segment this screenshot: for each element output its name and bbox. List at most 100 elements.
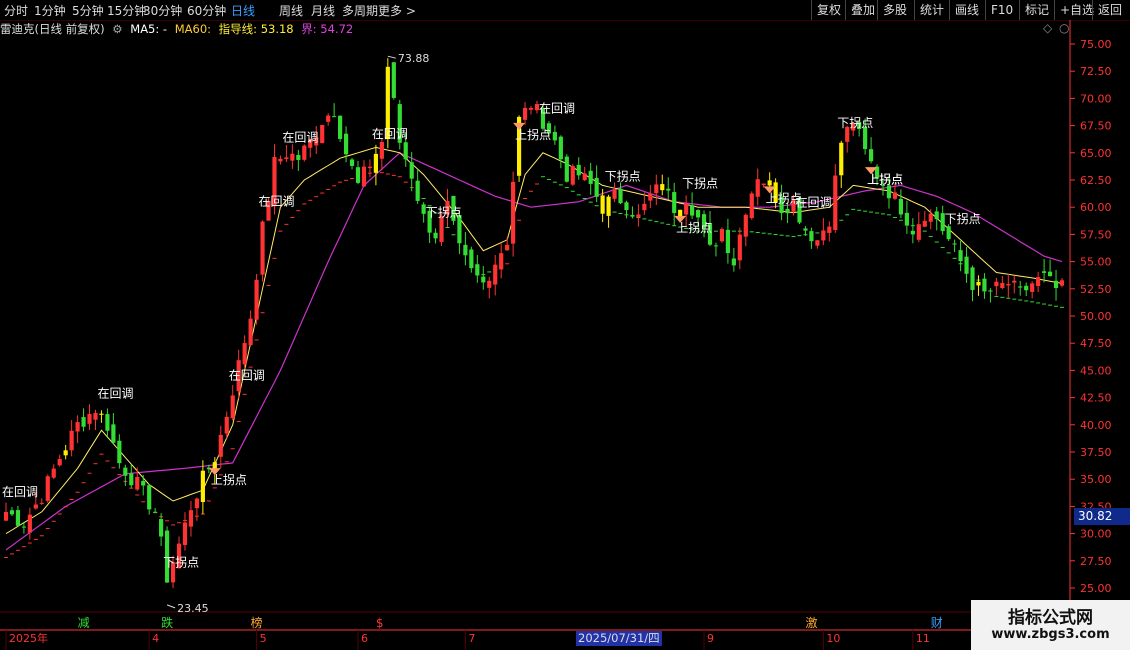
x-tick-label: 7 [468,632,475,645]
candle-body [958,250,963,262]
y-tick-label: 67.50 [1080,120,1112,133]
candle-body [624,202,629,211]
signal-label: 在回调 [372,127,408,141]
event-tag: 跌 [161,615,173,630]
candle-body [946,226,951,240]
candle-body [117,440,122,464]
candle-body [3,512,9,521]
candle-body [952,243,957,245]
high-marker-line [387,55,396,59]
candle-body [904,212,909,226]
candle-body [809,231,814,242]
y-tick-label: 25.00 [1080,582,1112,595]
candle-body [886,185,892,199]
candle-body [815,240,820,246]
x-tick-label: 11 [916,632,930,645]
candle-body [684,203,689,215]
candle-body [827,226,832,233]
y-tick-label: 60.00 [1080,201,1112,214]
candle-body [552,131,557,141]
candle-body [767,180,772,186]
candle-body [290,153,295,161]
candle-body [153,511,158,513]
event-tag: 减 [78,616,90,630]
signal-label: 在回调 [2,485,38,499]
candle-body [302,145,307,160]
y-tick-label: 45.00 [1080,364,1112,377]
candle-body [964,256,969,274]
candle-body [761,183,766,186]
candle-body [570,166,575,185]
current-price-tag: 30.82 [1074,508,1130,525]
y-tick-label: 72.50 [1080,65,1112,78]
candle-body [618,188,623,204]
candle-body [129,473,134,486]
candle-body [439,216,444,242]
signal-label: 上拐点 [867,171,903,186]
candle-body [1012,280,1017,283]
candle-body [320,124,325,144]
candle-body [159,519,164,537]
candle-body [147,485,152,510]
candle-body [463,244,468,256]
signal-label: 在回调 [229,368,265,382]
candle-body [1030,283,1035,292]
candle-body [522,107,528,120]
candle-body [839,142,844,176]
candle-body [87,413,92,424]
candle-body [296,155,301,160]
candle-body [81,417,86,427]
candle-body [469,249,474,269]
watermark-title: 指标公式网 [1008,608,1093,628]
candle-body [93,413,98,420]
candle-body [57,458,62,466]
candle-body [415,180,420,201]
event-tag: 榜 [251,615,263,630]
candle-body [343,133,349,155]
candle-body [355,167,361,183]
y-tick-label: 52.50 [1080,283,1112,296]
candle-body [1000,282,1005,289]
candle-body [725,229,730,254]
candle-body [582,173,587,181]
candle-body [326,115,331,122]
watermark-url: www.zbgs3.com [991,627,1110,642]
x-tick-label: 2025年 [9,631,48,645]
y-tick-label: 37.50 [1080,446,1112,459]
x-tick-label: 6 [361,632,368,645]
candle-body [1024,285,1029,291]
candle-body [892,192,898,199]
y-tick-label: 42.50 [1080,392,1112,405]
y-tick-label: 30.00 [1080,528,1112,541]
signal-label: 下拐点 [945,211,981,226]
candle-body [409,162,414,179]
candle-body [475,264,480,276]
signal-label: 下拐点 [837,115,873,130]
candle-body [648,193,653,201]
ma60-line [5,152,1063,551]
candle-body [105,414,110,431]
candle-body [612,189,617,199]
candle-body [755,179,760,197]
candle-body [976,281,981,286]
signal-label: 在回调 [97,387,133,401]
x-tick-label: 4 [152,632,159,645]
y-tick-label: 75.00 [1080,38,1112,51]
candle-body [666,188,671,191]
signal-label: 上拐点 [515,127,551,142]
candle-body [731,258,736,266]
candle-body [349,159,355,166]
candle-body [1006,284,1011,286]
y-tick-label: 40.00 [1080,419,1112,432]
candle-body [505,244,510,251]
candle-body [194,498,200,509]
candle-body [278,158,283,162]
guide-line [5,146,1063,535]
candle-body [1047,271,1053,277]
candle-body [749,193,754,219]
candlestick-chart[interactable]: 75.00 72.50 70.00 67.50 65.00 62.50 60.00 57.50… [0,0,1130,650]
candle-body [63,450,68,456]
candle-body [594,177,599,197]
candle-body [248,318,253,346]
candle-body [898,198,904,215]
